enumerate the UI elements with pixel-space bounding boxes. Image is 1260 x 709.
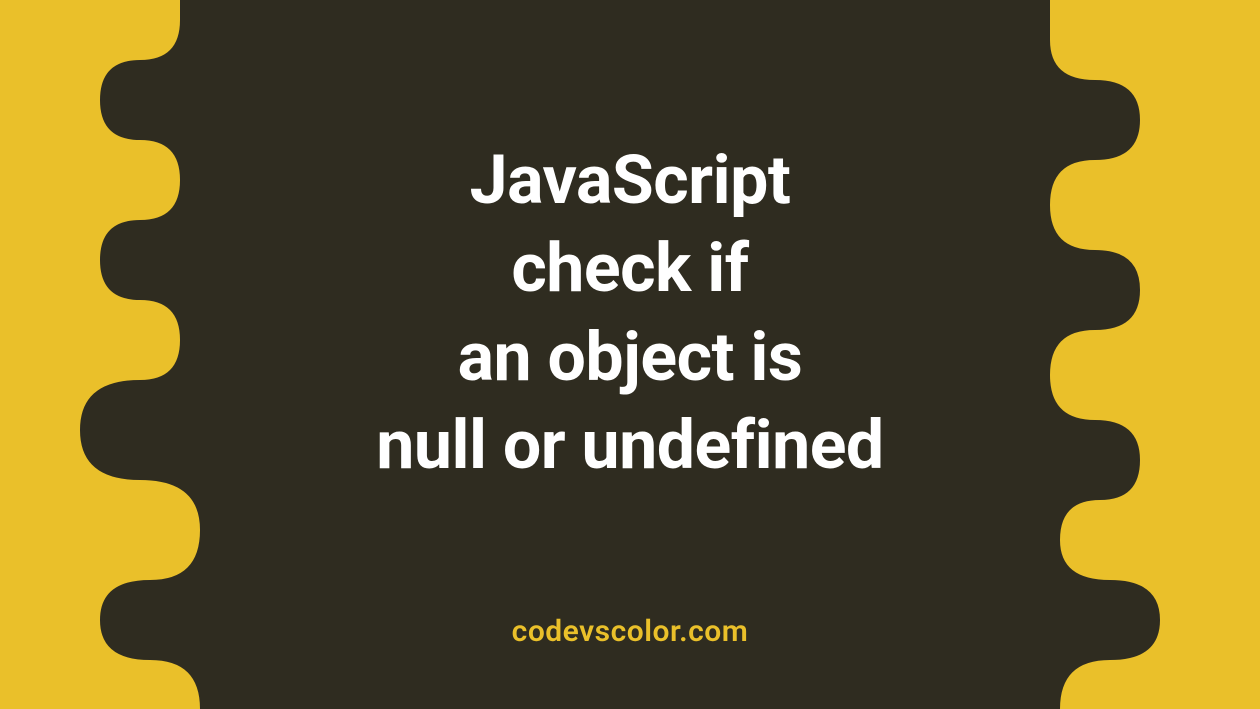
title-line-3: an object is <box>458 317 803 397</box>
watermark-text: codevscolor.com <box>0 614 1260 649</box>
title-line-1: JavaScript <box>470 140 791 220</box>
title-line-2: check if <box>511 228 748 308</box>
main-title: JavaScript check if an object is null or… <box>0 136 1260 490</box>
title-line-4: null or undefined <box>376 405 883 485</box>
